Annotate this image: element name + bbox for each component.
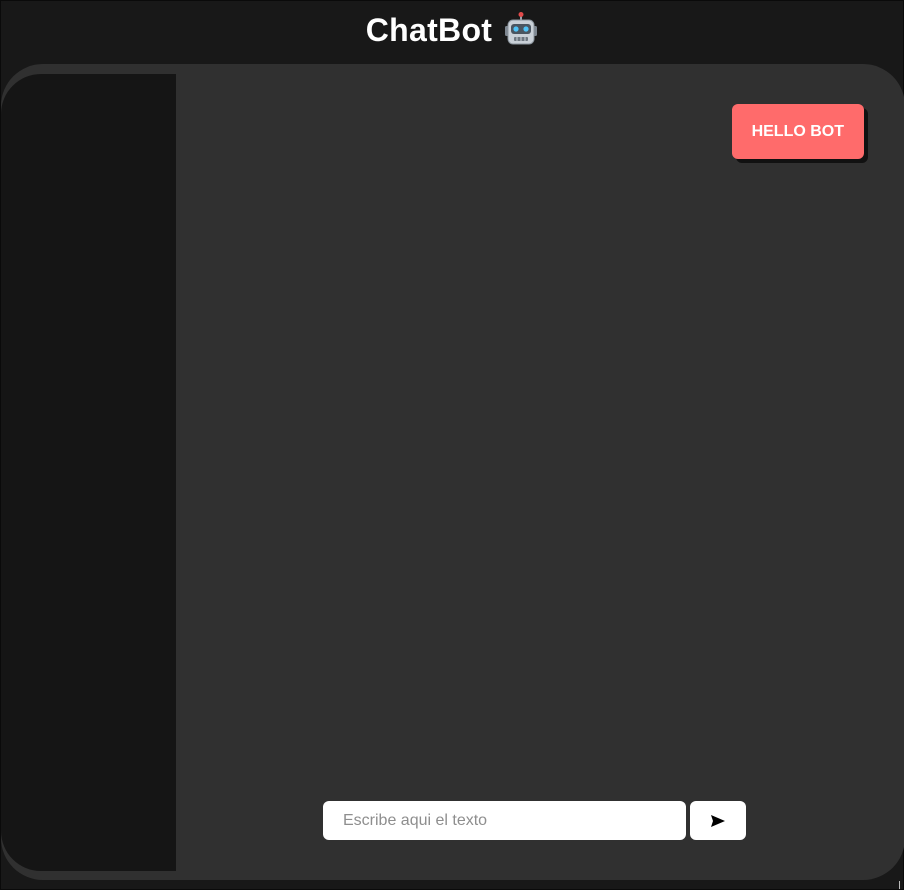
user-message-bubble: HELLO BOT <box>731 104 864 159</box>
send-button[interactable] <box>690 801 746 840</box>
send-icon <box>710 814 726 828</box>
header: ChatBot <box>1 1 904 63</box>
message-input[interactable] <box>323 801 686 840</box>
robot-icon <box>502 11 540 49</box>
message-list: HELLO BOT <box>176 64 904 880</box>
title-text: ChatBot <box>365 11 493 48</box>
composer <box>323 801 746 840</box>
page-title: ChatBot <box>366 11 541 49</box>
chatbot-page: ChatBot HELLO BOT Escribe aqui el texto <box>0 0 904 890</box>
sidebar <box>1 74 176 871</box>
resize-handle <box>899 881 903 889</box>
chat-container: HELLO BOT <box>1 64 904 880</box>
